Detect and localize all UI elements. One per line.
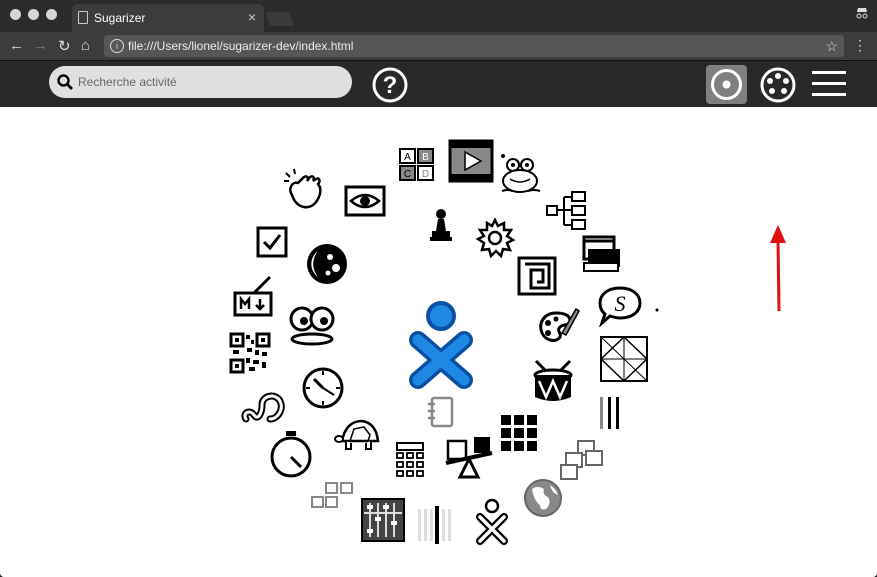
help-icon: ? bbox=[372, 67, 408, 103]
xo-activity-icon[interactable] bbox=[474, 497, 510, 545]
printer-activity-icon[interactable] bbox=[580, 233, 624, 275]
video-activity-icon[interactable] bbox=[448, 139, 494, 183]
eye-activity-icon[interactable] bbox=[344, 185, 386, 217]
info-icon[interactable]: i bbox=[110, 39, 124, 53]
stopwatch-activity-icon[interactable] bbox=[268, 429, 314, 479]
reload-button[interactable]: ↻ bbox=[58, 37, 71, 55]
incognito-icon bbox=[855, 6, 869, 23]
markdown-activity-icon[interactable] bbox=[232, 275, 276, 319]
chess-activity-icon[interactable] bbox=[428, 207, 454, 243]
list-view-button[interactable] bbox=[811, 69, 847, 99]
close-window-icon[interactable] bbox=[10, 9, 21, 20]
sugarizer-toolbar: Recherche activité ? bbox=[0, 61, 877, 107]
url-text: file:///Users/lionel/sugarizer-dev/index… bbox=[128, 39, 354, 53]
minimize-window-icon[interactable] bbox=[28, 9, 39, 20]
home-view-icon bbox=[711, 69, 742, 100]
photo-activity-icon[interactable] bbox=[558, 439, 606, 483]
maximize-window-icon[interactable] bbox=[46, 9, 57, 20]
search-icon bbox=[57, 74, 73, 90]
xo-owner-icon[interactable] bbox=[408, 300, 474, 390]
svg-text:S: S bbox=[615, 291, 626, 316]
bookmark-star-icon[interactable]: ☆ bbox=[825, 35, 838, 57]
moon-activity-icon[interactable] bbox=[304, 241, 350, 287]
forward-button[interactable]: → bbox=[33, 37, 48, 54]
eyes-activity-icon[interactable] bbox=[288, 303, 336, 347]
page-icon bbox=[78, 11, 88, 24]
seesaw-activity-icon[interactable] bbox=[444, 435, 494, 481]
browser-menu-icon[interactable]: ⋮ bbox=[853, 37, 867, 54]
new-tab-button[interactable] bbox=[265, 12, 295, 26]
abcd-activity-icon[interactable]: A B C D bbox=[398, 147, 438, 183]
blocks-activity-icon[interactable] bbox=[310, 481, 356, 513]
url-field[interactable]: i file:///Users/lionel/sugarizer-dev/ind… bbox=[104, 35, 844, 57]
dot-icon bbox=[655, 308, 659, 312]
grid-blocks-activity-icon[interactable] bbox=[498, 413, 540, 453]
svg-text:D: D bbox=[422, 169, 429, 180]
address-bar: ← → ↻ ⌂ i file:///Users/lionel/sugarizer… bbox=[0, 32, 877, 61]
frog-activity-icon[interactable] bbox=[498, 151, 544, 197]
qrcode-activity-icon[interactable] bbox=[229, 332, 273, 376]
clock-activity-icon[interactable] bbox=[300, 365, 346, 411]
svg-text:A: A bbox=[404, 152, 411, 163]
help-glyph: ? bbox=[383, 72, 398, 99]
browser-tab[interactable]: Sugarizer × bbox=[72, 4, 264, 32]
back-button[interactable]: ← bbox=[9, 37, 24, 54]
turtle-activity-icon[interactable] bbox=[334, 415, 384, 455]
calculator-activity-icon[interactable] bbox=[394, 441, 426, 481]
tab-title: Sugarizer bbox=[94, 11, 146, 25]
svg-text:B: B bbox=[422, 152, 429, 163]
checkbox-activity-icon[interactable] bbox=[255, 225, 289, 259]
journal-activity-icon[interactable] bbox=[424, 395, 456, 429]
browser-tab-bar: Sugarizer × bbox=[0, 0, 877, 32]
tab-close-icon[interactable]: × bbox=[248, 9, 256, 25]
pattern-activity-icon[interactable] bbox=[416, 507, 456, 543]
home-view-button[interactable] bbox=[706, 65, 747, 104]
clapping-hands-activity-icon[interactable] bbox=[282, 167, 328, 213]
list-view-icon bbox=[812, 71, 846, 96]
home-view: A B C D S bbox=[0, 107, 877, 577]
drum-activity-icon[interactable] bbox=[530, 359, 576, 407]
svg-text:C: C bbox=[404, 169, 411, 180]
home-button[interactable]: ⌂ bbox=[81, 37, 90, 54]
paint-activity-icon[interactable] bbox=[536, 305, 580, 349]
ruler-activity-icon[interactable] bbox=[598, 395, 622, 431]
globe-activity-icon[interactable] bbox=[522, 477, 564, 519]
neighborhood-view-button[interactable] bbox=[758, 66, 798, 104]
abacus-activity-icon[interactable] bbox=[360, 497, 406, 543]
maze-activity-icon[interactable] bbox=[516, 255, 558, 297]
search-input[interactable]: Recherche activité bbox=[49, 66, 352, 98]
mindmap-activity-icon[interactable] bbox=[544, 189, 590, 231]
annotation-arrow bbox=[770, 225, 786, 312]
speak-activity-icon[interactable]: S bbox=[597, 285, 643, 327]
gear-activity-icon[interactable] bbox=[474, 217, 516, 259]
help-button[interactable]: ? bbox=[372, 67, 408, 103]
origami-activity-icon[interactable] bbox=[599, 335, 649, 383]
search-placeholder: Recherche activité bbox=[78, 75, 177, 89]
neighborhood-icon bbox=[760, 67, 796, 103]
worm-activity-icon[interactable] bbox=[240, 389, 288, 427]
